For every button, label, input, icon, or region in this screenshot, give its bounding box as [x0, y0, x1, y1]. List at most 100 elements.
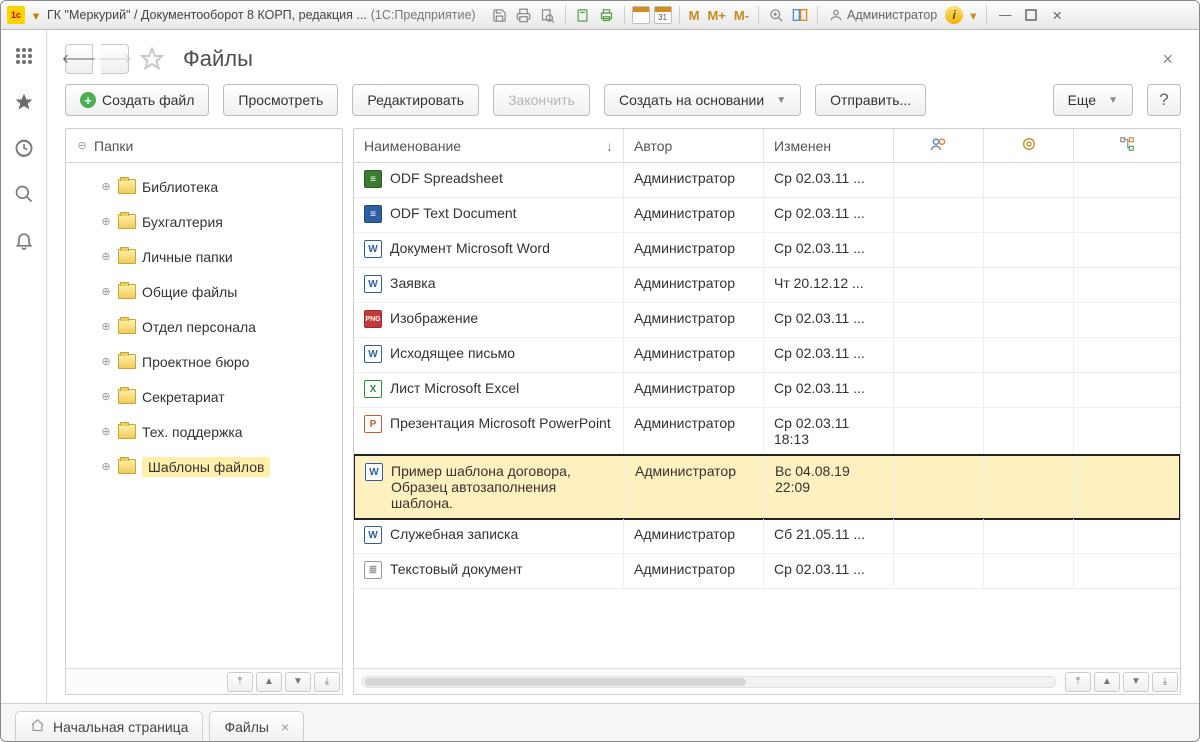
file-row[interactable]: WИсходящее письмоАдминистраторСр 02.03.1…: [354, 338, 1180, 373]
apps-icon[interactable]: [12, 44, 36, 68]
print-icon[interactable]: [514, 5, 534, 25]
folder-item[interactable]: ⊕Секретариат: [66, 379, 342, 414]
nav-up-button[interactable]: ▲: [256, 672, 282, 692]
sort-icon[interactable]: ↓: [606, 138, 613, 154]
collapse-icon[interactable]: ⊖: [76, 139, 88, 152]
file-row[interactable]: XЛист Microsoft ExcelАдминистраторСр 02.…: [354, 373, 1180, 408]
create-from-button[interactable]: Создать на основании▼: [604, 84, 801, 116]
file-row[interactable]: ≡ODF SpreadsheetАдминистраторСр 02.03.11…: [354, 163, 1180, 198]
create-file-button[interactable]: +Создать файл: [65, 84, 209, 116]
folder-item[interactable]: ⊕Бухгалтерия: [66, 204, 342, 239]
maximize-button[interactable]: [1020, 5, 1042, 25]
col-author[interactable]: Автор: [634, 138, 672, 154]
png-icon: PNG: [364, 310, 382, 328]
col-users-icon[interactable]: [930, 137, 948, 154]
star-icon[interactable]: [12, 90, 36, 114]
user-icon: [829, 8, 843, 22]
printer2-icon[interactable]: [597, 5, 617, 25]
nav-back-button[interactable]: 🡐: [65, 44, 93, 74]
folder-item[interactable]: ⊕ Личные папки: [66, 239, 342, 274]
memory-mminus-button[interactable]: M-: [732, 8, 751, 23]
favorite-star-icon[interactable]: [137, 44, 167, 74]
expand-icon[interactable]: ⊕: [100, 285, 112, 298]
nav-first-button[interactable]: ⤒: [1065, 672, 1091, 692]
sidebar: [1, 30, 47, 703]
expand-icon[interactable]: ⊕: [100, 355, 112, 368]
search-icon[interactable]: [12, 182, 36, 206]
finish-button: Закончить: [493, 84, 590, 116]
memory-mplus-button[interactable]: M+: [705, 8, 727, 23]
folders-tree[interactable]: ⊕Библиотека⊕Бухгалтерия⊕Личные папки⊕Общ…: [66, 163, 342, 668]
file-row[interactable]: WСлужебная запискаАдминистраторСб 21.05.…: [354, 519, 1180, 554]
nav-first-button[interactable]: ⤒: [227, 672, 253, 692]
folder-label: Личные папки: [142, 249, 233, 265]
folders-header: ⊖ Папки: [66, 129, 342, 163]
file-name: Документ Microsoft Word: [390, 240, 550, 256]
bell-icon[interactable]: [12, 228, 36, 252]
file-row[interactable]: WПример шаблона договора, Образец автоза…: [354, 454, 1180, 520]
file-row[interactable]: ≡ODF Text DocumentАдминистраторСр 02.03.…: [354, 198, 1180, 233]
file-row[interactable]: PПрезентация Microsoft PowerPointАдминис…: [354, 408, 1180, 455]
history-icon[interactable]: [12, 136, 36, 160]
app-window: 1c ▾ ГК "Меркурий" / Документооборот 8 К…: [0, 0, 1200, 742]
nav-last-button[interactable]: ⤓: [314, 672, 340, 692]
tab-home[interactable]: Начальная страница: [15, 711, 203, 741]
expand-icon[interactable]: ⊕: [100, 390, 112, 403]
col-changed[interactable]: Изменен: [774, 138, 831, 154]
view-button[interactable]: Просмотреть: [223, 84, 338, 116]
memory-m-button[interactable]: M: [687, 8, 702, 23]
file-row[interactable]: ≣Текстовый документАдминистраторСр 02.03…: [354, 554, 1180, 589]
folder-item[interactable]: ⊕Отдел персонала: [66, 309, 342, 344]
more-button[interactable]: Еще▼: [1053, 84, 1133, 116]
col-tree-icon[interactable]: [1120, 137, 1134, 154]
folder-item[interactable]: ⊕Проектное бюро: [66, 344, 342, 379]
nav-down-button[interactable]: ▼: [1123, 672, 1149, 692]
main: 🡐 🡒 Файлы × +Создать файл Просмотреть Ре…: [47, 30, 1199, 703]
calendar-31-icon[interactable]: 31: [654, 6, 672, 24]
body: 🡐 🡒 Файлы × +Создать файл Просмотреть Ре…: [1, 30, 1199, 703]
word-icon: W: [364, 526, 382, 544]
info-dropdown-icon[interactable]: ▾: [967, 5, 979, 25]
file-row[interactable]: WДокумент Microsoft WordАдминистраторСр …: [354, 233, 1180, 268]
preview-icon[interactable]: [538, 5, 558, 25]
tab-files[interactable]: Файлы ×: [209, 711, 304, 741]
help-button[interactable]: ?: [1147, 84, 1181, 116]
folder-icon: [118, 459, 136, 474]
panels-icon[interactable]: [790, 5, 810, 25]
edit-button[interactable]: Редактировать: [352, 84, 479, 116]
folder-item[interactable]: ⊕Библиотека: [66, 169, 342, 204]
nav-forward-button[interactable]: 🡒: [101, 44, 129, 74]
calculator-icon[interactable]: [573, 5, 593, 25]
close-button[interactable]: ✕: [1046, 5, 1068, 25]
horizontal-scrollbar[interactable]: [362, 676, 1056, 688]
col-name[interactable]: Наименование: [364, 138, 461, 154]
file-changed: Ср 02.03.11 ...: [774, 170, 865, 186]
expand-icon[interactable]: ⊕: [100, 250, 112, 263]
folder-item[interactable]: ⊕Общие файлы: [66, 274, 342, 309]
calendar-blank-icon[interactable]: [632, 6, 650, 24]
expand-icon[interactable]: ⊕: [100, 425, 112, 438]
files-list[interactable]: ≡ODF SpreadsheetАдминистраторСр 02.03.11…: [354, 163, 1180, 668]
file-author: Администратор: [634, 275, 735, 291]
send-button[interactable]: Отправить...: [815, 84, 926, 116]
expand-icon[interactable]: ⊕: [100, 320, 112, 333]
save-icon[interactable]: [490, 5, 510, 25]
expand-icon[interactable]: ⊕: [100, 460, 112, 473]
nav-down-button[interactable]: ▼: [285, 672, 311, 692]
page-close-button[interactable]: ×: [1154, 45, 1181, 74]
tab-close-icon[interactable]: ×: [281, 719, 289, 735]
nav-last-button[interactable]: ⤓: [1152, 672, 1178, 692]
expand-icon[interactable]: ⊕: [100, 180, 112, 193]
expand-icon[interactable]: ⊕: [100, 215, 112, 228]
file-row[interactable]: PNGИзображениеАдминистраторСр 02.03.11 .…: [354, 303, 1180, 338]
info-icon[interactable]: i: [945, 6, 963, 24]
titlebar-dropdown-icon[interactable]: ▾: [29, 8, 43, 22]
minimize-button[interactable]: —: [994, 5, 1016, 25]
file-row[interactable]: WЗаявкаАдминистраторЧт 20.12.12 ...: [354, 268, 1180, 303]
col-seal-icon[interactable]: [1021, 136, 1037, 155]
zoom-in-icon[interactable]: [766, 5, 786, 25]
nav-up-button[interactable]: ▲: [1094, 672, 1120, 692]
folder-item[interactable]: ⊕Шаблоны файлов: [66, 449, 342, 484]
folder-item[interactable]: ⊕Тех. поддержка: [66, 414, 342, 449]
user-chip[interactable]: Администратор: [825, 8, 941, 22]
